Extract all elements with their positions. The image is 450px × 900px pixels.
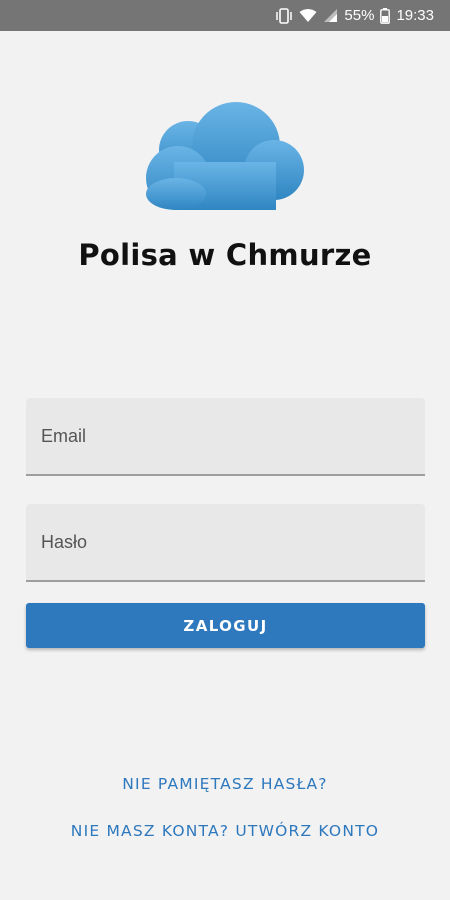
vibrate-icon bbox=[275, 7, 293, 24]
email-field-container[interactable] bbox=[26, 398, 425, 476]
clock: 19:33 bbox=[396, 7, 434, 24]
battery-percent: 55% bbox=[344, 7, 375, 24]
app-title: Polisa w Chmurze bbox=[78, 238, 372, 272]
register-link[interactable]: NIE MASZ KONTA? UTWÓRZ KONTO bbox=[0, 822, 450, 840]
signal-icon bbox=[323, 8, 338, 23]
password-field[interactable] bbox=[26, 504, 425, 580]
status-bar: 55% 19:33 bbox=[0, 0, 450, 31]
login-button[interactable]: ZALOGUJ bbox=[26, 603, 425, 648]
password-field-container[interactable] bbox=[26, 504, 425, 582]
cloud-icon bbox=[144, 102, 306, 212]
battery-icon bbox=[380, 7, 391, 24]
email-field[interactable] bbox=[26, 398, 425, 474]
wifi-icon bbox=[299, 8, 317, 23]
forgot-password-link[interactable]: NIE PAMIĘTASZ HASŁA? bbox=[0, 775, 450, 793]
